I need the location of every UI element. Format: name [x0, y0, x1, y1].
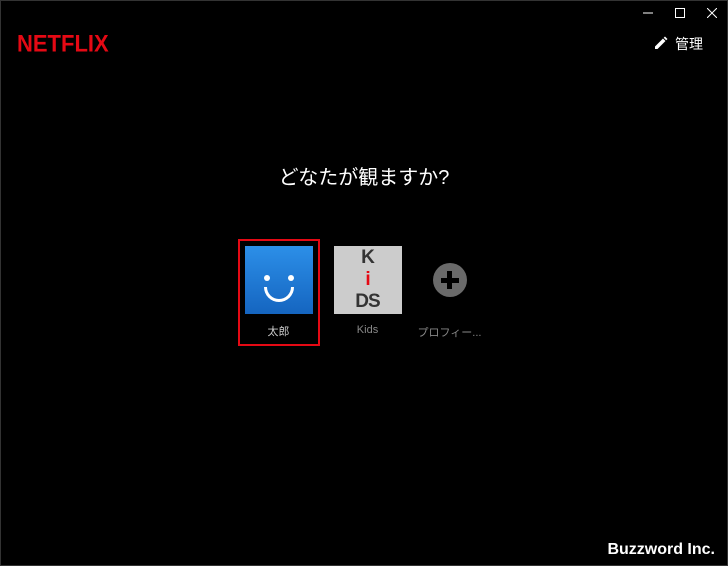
- window-maximize-button[interactable]: [673, 6, 687, 20]
- smiley-avatar-icon: [245, 246, 313, 314]
- window-close-button[interactable]: [705, 6, 719, 20]
- manage-label: 管理: [675, 34, 703, 54]
- add-profile-label: プロフィー...: [418, 324, 482, 340]
- profile-kids[interactable]: KiDS Kids: [334, 246, 402, 336]
- manage-button[interactable]: 管理: [653, 34, 703, 54]
- watermark-text: Buzzword Inc.: [607, 541, 715, 559]
- window-minimize-button[interactable]: [641, 6, 655, 20]
- plus-icon: [416, 246, 484, 314]
- pencil-icon: [653, 35, 669, 54]
- profile-label: Kids: [357, 324, 378, 336]
- window-titlebar: [1, 1, 727, 25]
- profile-label: 太郎: [268, 323, 290, 339]
- profiles-row: 太郎 KiDS Kids プロフィー...: [245, 246, 484, 346]
- prompt-text: どなたが観ますか?: [279, 161, 450, 190]
- profile-selection: どなたが観ますか? 太郎 KiDS Kids プロフィー...: [1, 161, 727, 346]
- app-header: NETFLIX 管理: [1, 25, 727, 57]
- add-profile-button[interactable]: プロフィー...: [416, 246, 484, 340]
- kids-avatar-icon: KiDS: [334, 246, 402, 314]
- profile-taro[interactable]: 太郎: [238, 239, 320, 346]
- netflix-logo: NETFLIX: [17, 30, 109, 59]
